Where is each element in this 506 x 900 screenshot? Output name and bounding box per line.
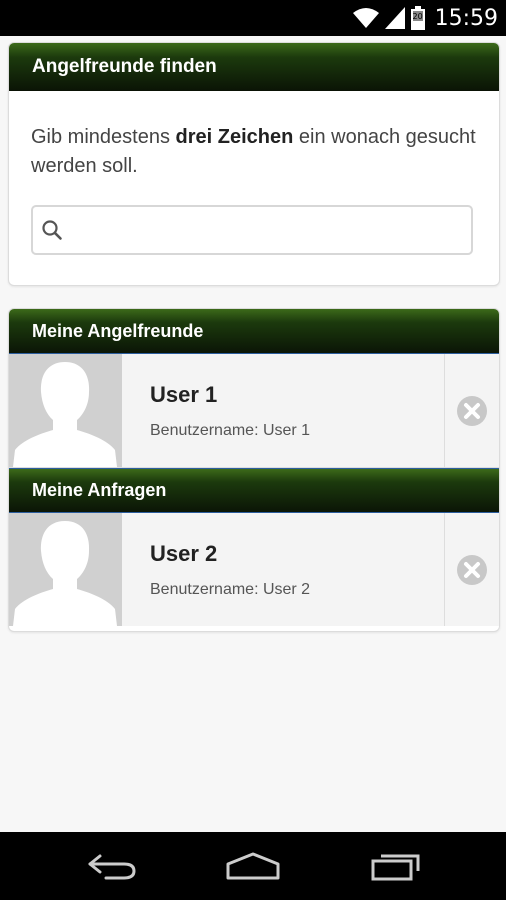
signal-icon bbox=[384, 7, 405, 29]
avatar bbox=[9, 354, 122, 467]
remove-friend-button[interactable] bbox=[444, 354, 499, 467]
friends-card: Meine Angelfreunde User 1 Benutzername: … bbox=[8, 308, 500, 632]
home-button[interactable] bbox=[193, 832, 313, 900]
friend-row[interactable]: User 1 Benutzername: User 1 bbox=[9, 354, 499, 468]
search-card: Angelfreunde finden Gib mindestens drei … bbox=[8, 42, 500, 286]
recent-apps-icon bbox=[371, 854, 420, 881]
close-circle-icon bbox=[457, 554, 487, 585]
search-icon bbox=[42, 220, 62, 240]
request-row[interactable]: User 2 Benutzername: User 2 bbox=[9, 513, 499, 626]
request-name: User 2 bbox=[150, 541, 218, 566]
recent-apps-button[interactable] bbox=[336, 832, 456, 900]
battery-level: 20 bbox=[412, 12, 423, 21]
navigation-bar bbox=[0, 832, 506, 900]
status-bar: 20 15:59 bbox=[0, 0, 506, 36]
remove-request-button[interactable] bbox=[444, 513, 499, 626]
home-icon bbox=[226, 852, 280, 880]
request-username: Benutzername: User 2 bbox=[150, 581, 311, 598]
search-description-prefix: Gib mindestens bbox=[31, 126, 176, 148]
friends-section-title: Meine Angelfreunde bbox=[32, 320, 204, 341]
person-silhouette-icon bbox=[13, 521, 117, 626]
requests-section-header: Meine Anfragen bbox=[9, 468, 499, 513]
status-icons: 20 15:59 bbox=[352, 0, 498, 36]
avatar bbox=[9, 513, 122, 626]
search-input[interactable] bbox=[69, 209, 471, 251]
friend-name: User 1 bbox=[150, 382, 218, 407]
friend-username: Benutzername: User 1 bbox=[150, 422, 311, 439]
search-card-title: Angelfreunde finden bbox=[32, 55, 217, 77]
request-info: User 2 Benutzername: User 2 bbox=[122, 513, 444, 626]
friend-info: User 1 Benutzername: User 1 bbox=[122, 354, 444, 467]
friends-section-header: Meine Angelfreunde bbox=[9, 309, 499, 354]
search-card-body: Gib mindestens drei Zeichen ein wonach g… bbox=[9, 91, 499, 285]
search-description-bold: drei Zeichen bbox=[175, 126, 294, 148]
battery-icon: 20 bbox=[410, 6, 425, 30]
search-box[interactable] bbox=[31, 205, 473, 255]
wifi-icon bbox=[352, 8, 379, 28]
close-circle-icon bbox=[457, 395, 487, 426]
status-time: 15:59 bbox=[434, 5, 498, 31]
person-silhouette-icon bbox=[13, 362, 117, 467]
search-description: Gib mindestens drei Zeichen ein wonach g… bbox=[31, 123, 477, 181]
back-icon bbox=[88, 854, 136, 880]
search-card-header: Angelfreunde finden bbox=[9, 43, 499, 91]
back-button[interactable] bbox=[52, 832, 172, 900]
requests-section-title: Meine Anfragen bbox=[32, 480, 167, 500]
